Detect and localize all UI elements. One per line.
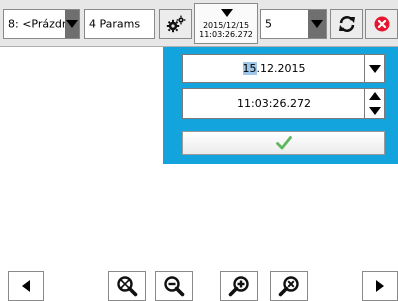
settings-button[interactable] bbox=[159, 9, 192, 39]
chevron-down-icon bbox=[66, 20, 78, 28]
confirm-button[interactable] bbox=[182, 131, 385, 155]
count-select-value: 5 bbox=[265, 17, 272, 31]
caret-down-icon bbox=[221, 9, 233, 17]
chevron-down-icon bbox=[368, 64, 381, 73]
date-dropdown-button[interactable] bbox=[364, 55, 384, 82]
params-field[interactable]: 4 Params bbox=[84, 9, 155, 39]
profile-select-toggle[interactable] bbox=[65, 10, 79, 38]
count-select-toggle[interactable] bbox=[308, 10, 326, 38]
refresh-icon bbox=[338, 16, 355, 32]
time-field-value: 11:03:26.272 bbox=[237, 97, 311, 110]
zoom-reset-icon bbox=[117, 276, 138, 297]
gears-icon bbox=[166, 15, 185, 33]
zoom-in-button[interactable] bbox=[220, 271, 258, 301]
chevron-down-icon bbox=[368, 107, 381, 115]
datetime-time-line: 11:03:26.272 bbox=[199, 30, 253, 39]
chevron-down-icon bbox=[311, 20, 323, 28]
datetime-selector[interactable]: 2015/12/15 11:03:26.272 bbox=[194, 3, 258, 44]
checkmark-icon bbox=[275, 136, 292, 150]
prev-button[interactable] bbox=[8, 271, 44, 301]
time-decrement-button[interactable] bbox=[365, 104, 384, 118]
params-label: 4 Params bbox=[89, 17, 141, 31]
profile-select[interactable]: 8: <Prázdné> bbox=[3, 9, 80, 39]
zoom-out-button[interactable] bbox=[155, 271, 193, 301]
close-icon bbox=[374, 16, 389, 32]
count-select[interactable]: 5 bbox=[260, 9, 327, 39]
arrow-left-icon bbox=[22, 280, 30, 292]
zoom-reset-button[interactable] bbox=[108, 271, 146, 301]
chevron-up-icon bbox=[368, 92, 381, 100]
next-button[interactable] bbox=[362, 271, 398, 301]
time-increment-button[interactable] bbox=[365, 89, 384, 103]
time-field[interactable]: 11:03:26.272 bbox=[182, 88, 385, 119]
zoom-cancel-icon bbox=[278, 276, 299, 297]
arrow-right-icon bbox=[376, 280, 384, 292]
datetime-date-line: 2015/12/15 bbox=[202, 21, 250, 30]
zoom-out-icon bbox=[164, 276, 185, 297]
date-day-selection: 15 bbox=[242, 62, 257, 75]
close-button[interactable] bbox=[365, 9, 398, 39]
date-field[interactable]: 15.12.2015 bbox=[182, 54, 385, 83]
refresh-button[interactable] bbox=[330, 9, 363, 39]
zoom-cancel-button[interactable] bbox=[270, 271, 308, 301]
date-field-value: 15.12.2015 bbox=[183, 55, 365, 82]
zoom-in-icon bbox=[228, 276, 249, 297]
time-spinner bbox=[364, 89, 384, 118]
date-rest: .12.2015 bbox=[256, 62, 306, 75]
